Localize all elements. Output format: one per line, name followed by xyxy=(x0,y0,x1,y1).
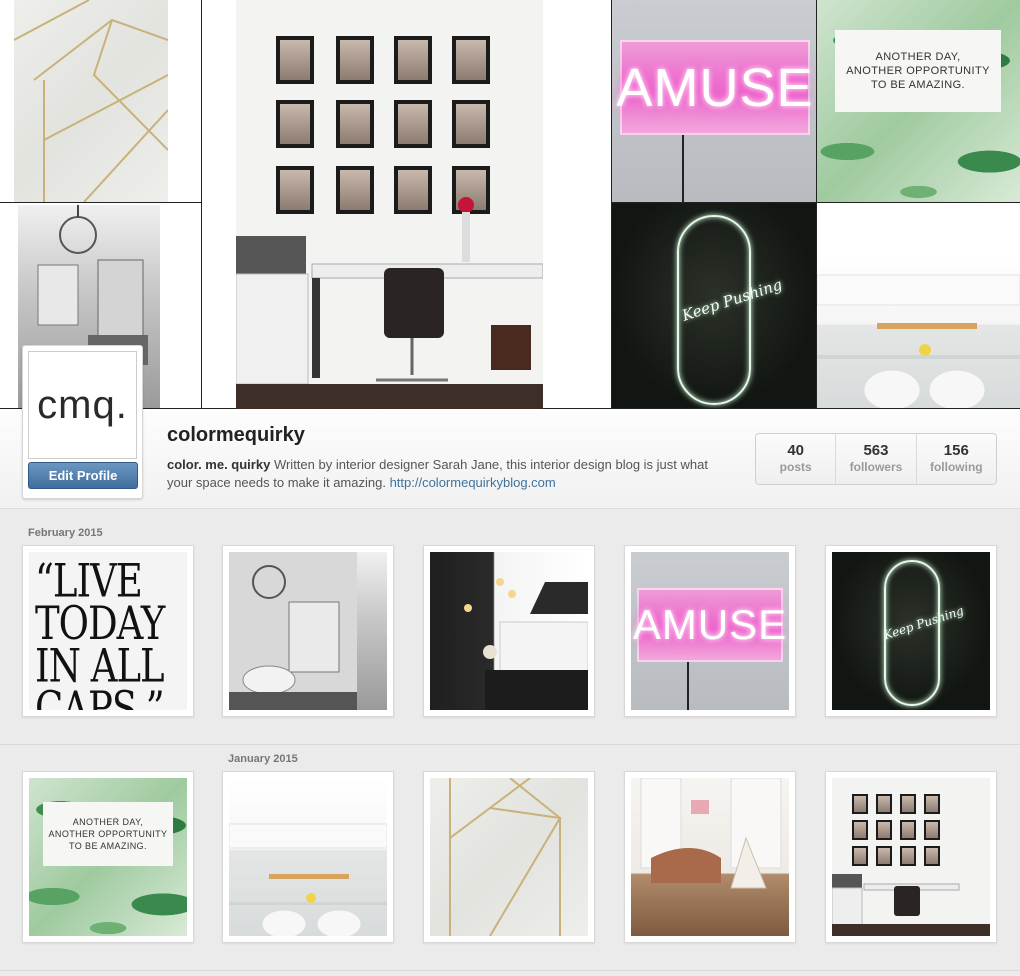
photo-tile[interactable]: ANOTHER DAY, ANOTHER OPPORTUNITY TO BE A… xyxy=(22,771,194,943)
stat-followers[interactable]: 563 followers xyxy=(836,434,917,484)
power-cord xyxy=(682,135,684,202)
photo-tile[interactable] xyxy=(423,545,595,717)
stat-label: posts xyxy=(779,460,812,474)
photo-tile[interactable] xyxy=(222,545,394,717)
quote-line: ANOTHER OPPORTUNITY xyxy=(48,829,168,839)
section-divider xyxy=(0,970,1020,971)
photo-office xyxy=(832,778,990,936)
bio: color. me. quirky Written by interior de… xyxy=(167,456,727,492)
cover-photo-palm-quote[interactable]: ANOTHER DAY, ANOTHER OPPORTUNITY TO BE A… xyxy=(817,0,1020,202)
month-heading: January 2015 xyxy=(228,753,298,765)
cover-divider xyxy=(201,0,202,409)
photo-palm-quote: ANOTHER DAY, ANOTHER OPPORTUNITY TO BE A… xyxy=(29,778,187,936)
photo-tile[interactable] xyxy=(222,771,394,943)
quote-line: ANOTHER DAY, xyxy=(72,817,144,827)
power-cord xyxy=(687,662,689,710)
bio-name: color. me. quirky xyxy=(167,457,271,472)
neon-sign: AMUSE xyxy=(633,588,786,662)
marble-pattern xyxy=(14,0,168,202)
cover-photo-office[interactable] xyxy=(236,0,543,409)
stat-label: following xyxy=(929,460,983,474)
quote-line: ANOTHER OPPORTUNITY xyxy=(846,65,990,77)
white-kitchen-graphic xyxy=(229,823,387,936)
photo-tile[interactable]: Keep Pushing xyxy=(825,545,997,717)
stat-value: 156 xyxy=(943,442,969,459)
neon-word: AMUSE xyxy=(632,601,788,648)
stat-following[interactable]: 156 following xyxy=(917,434,996,484)
living-room-graphic xyxy=(640,778,782,889)
month-heading: February 2015 xyxy=(28,527,103,539)
kitchen-graphic xyxy=(817,274,1020,408)
avatar[interactable]: cmq. xyxy=(28,351,137,459)
photo-tile[interactable] xyxy=(624,771,796,943)
photo-white-kitchen xyxy=(229,778,387,936)
quote-card: ANOTHER DAY, ANOTHER OPPORTUNITY TO BE A… xyxy=(43,802,173,866)
photo-tile[interactable]: AMUSE xyxy=(624,545,796,717)
caps-line: CAPS.” xyxy=(35,681,165,710)
quote-line: TO BE AMAZING. xyxy=(870,79,966,91)
photo-marble xyxy=(430,778,588,936)
photo-dark-kitchen xyxy=(430,552,588,710)
neon-word: AMUSE xyxy=(616,57,814,118)
stats-box: 40 posts 563 followers 156 following xyxy=(755,433,997,485)
photo-neon-amuse: AMUSE xyxy=(631,552,789,710)
stat-posts[interactable]: 40 posts xyxy=(756,434,837,484)
cover-photo-marble[interactable] xyxy=(14,0,168,202)
quote-line: ANOTHER DAY, xyxy=(875,51,961,63)
bio-link[interactable]: http://colormequirkyblog.com xyxy=(390,475,556,490)
photo-living-room xyxy=(631,778,789,936)
stat-value: 563 xyxy=(863,442,889,459)
quote-card: ANOTHER DAY, ANOTHER OPPORTUNITY TO BE A… xyxy=(835,30,1001,112)
photo-tile[interactable] xyxy=(825,771,997,943)
photo-neon-skateboard: Keep Pushing xyxy=(832,552,990,710)
profile-header: cmq. Edit Profile colormequirky color. m… xyxy=(0,345,1020,509)
marble-pattern xyxy=(449,778,562,936)
stat-value: 40 xyxy=(787,442,804,459)
username: colormequirky xyxy=(167,424,305,446)
edit-profile-button[interactable]: Edit Profile xyxy=(28,462,138,489)
cover-photo-kitchen[interactable] xyxy=(817,255,1020,408)
photo-caps-quote: “LIVE TODAY IN ALL CAPS.” xyxy=(29,552,187,710)
cover-mosaic: AMUSE ANOTHER DAY, ANOTHER OPPORTUNITY T… xyxy=(0,0,1020,409)
photo-tile[interactable] xyxy=(423,771,595,943)
cover-photo-skateboard[interactable]: Keep Pushing xyxy=(612,203,816,408)
parlor-graphic xyxy=(229,552,357,710)
neon-sign: AMUSE xyxy=(616,40,813,135)
photo-tile[interactable]: “LIVE TODAY IN ALL CAPS.” xyxy=(22,545,194,717)
caps-quote-text: “LIVE TODAY IN ALL CAPS.” xyxy=(35,558,165,711)
dark-kitchen-graphic xyxy=(464,578,588,710)
desk-graphic xyxy=(832,874,990,936)
cover-photo-amuse[interactable]: AMUSE xyxy=(612,0,816,202)
photo-bw-parlor xyxy=(229,552,387,710)
cover-divider xyxy=(0,202,202,203)
avatar-card: cmq. Edit Profile xyxy=(22,345,143,499)
stat-label: followers xyxy=(849,460,903,474)
desk-graphic xyxy=(236,197,543,409)
section-divider xyxy=(0,744,1020,745)
quote-line: TO BE AMAZING. xyxy=(69,841,147,851)
